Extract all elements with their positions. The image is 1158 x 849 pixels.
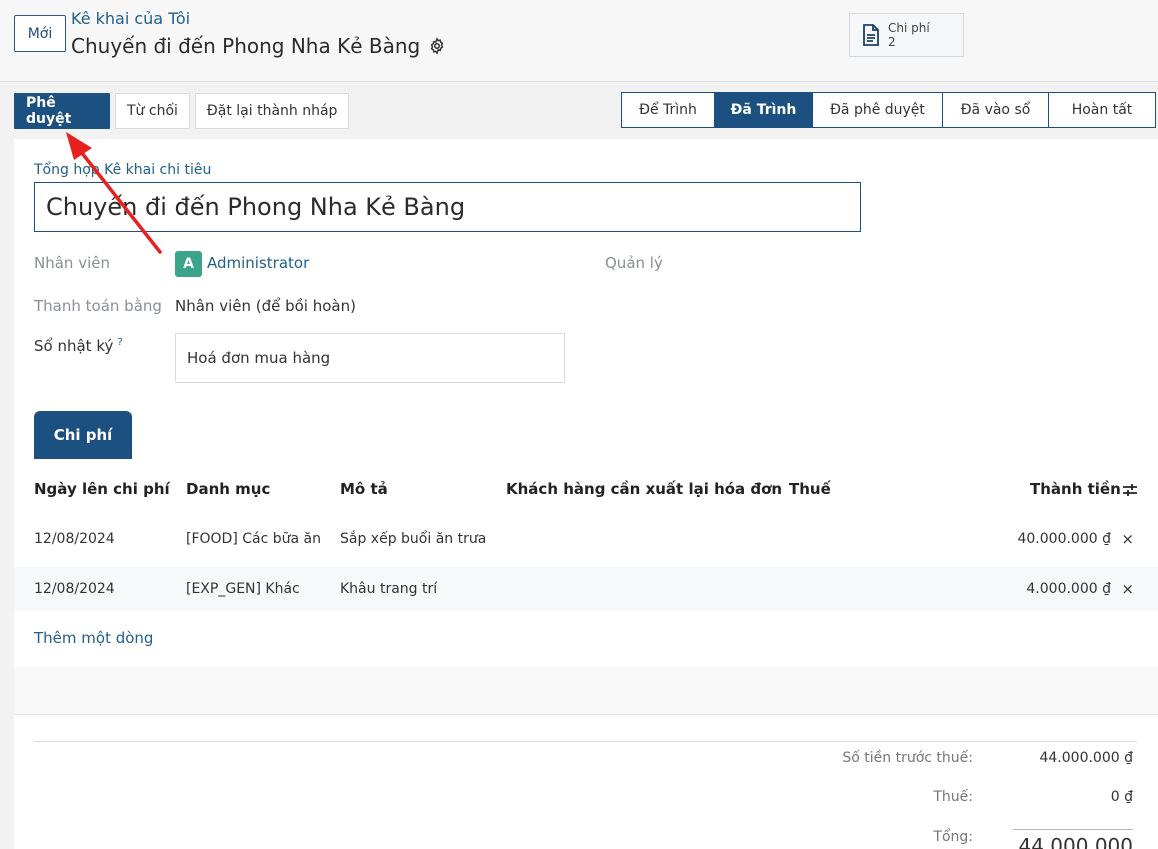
action-buttons: Phê duyệt Từ chối Đặt lại thành nháp: [14, 93, 350, 129]
employee-label: Nhân viên: [34, 254, 110, 272]
delete-row-icon[interactable]: ×: [1121, 530, 1134, 548]
record-title-text: Chuyến đi đến Phong Nha Kẻ Bàng: [71, 34, 421, 58]
help-tooltip-icon[interactable]: ?: [117, 337, 122, 348]
cell-description: Sắp xếp buổi ăn trưa: [340, 531, 487, 547]
table-row[interactable]: 12/08/2024 [EXP_GEN] Khác Khâu trang trí…: [14, 567, 1158, 611]
column-settings-icon[interactable]: [1122, 482, 1138, 498]
stage-posted[interactable]: Đã vào sổ: [942, 92, 1049, 128]
breadcrumb-link[interactable]: Kê khai của Tôi: [71, 9, 190, 28]
approve-button[interactable]: Phê duyệt: [14, 93, 110, 129]
col-header-date[interactable]: Ngày lên chi phí: [34, 480, 170, 498]
gear-icon[interactable]: [428, 37, 446, 55]
col-header-customer[interactable]: Khách hàng cần xuất lại hóa đơn: [506, 480, 782, 498]
col-header-description[interactable]: Mô tả: [340, 480, 388, 498]
cell-category: [FOOD] Các bữa ăn: [186, 531, 321, 547]
journal-label-wrap: Sổ nhật ký?: [34, 337, 123, 355]
table-row[interactable]: 12/08/2024 [FOOD] Các bữa ăn Sắp xếp buổ…: [14, 517, 1158, 561]
journal-input[interactable]: Hoá đơn mua hàng: [175, 333, 565, 383]
add-line-link[interactable]: Thêm một dòng: [34, 629, 153, 647]
summary-label: Tổng hợp Kê khai chi tiêu: [34, 162, 212, 178]
new-button[interactable]: Mới: [14, 15, 66, 52]
cell-amount: 40.000.000 ₫: [1017, 531, 1111, 547]
avatar: A: [175, 251, 202, 277]
divider: [34, 741, 1137, 742]
col-header-tax[interactable]: Thuế: [789, 480, 831, 498]
payment-value[interactable]: Nhân viên (để bồi hoàn): [175, 297, 356, 315]
expenses-smart-button[interactable]: Chi phí 2: [849, 13, 964, 57]
cell-description: Khâu trang trí: [340, 581, 438, 597]
total-value: 44.000.000 ₫: [1013, 829, 1133, 849]
untaxed-label: Số tiền trước thuế:: [842, 750, 973, 766]
cell-date: 12/08/2024: [34, 581, 115, 597]
stage-approved[interactable]: Đã phê duyệt: [812, 92, 943, 128]
form-sheet: Tổng hợp Kê khai chi tiêu Chuyến đi đến …: [14, 139, 1158, 849]
smart-button-count: 2: [888, 35, 896, 49]
control-panel: Mới Kê khai của Tôi Chuyến đi đến Phong …: [0, 0, 1158, 82]
payment-label: Thanh toán bằng: [34, 297, 162, 315]
tax-label: Thuế:: [933, 789, 973, 805]
smart-button-label: Chi phí: [888, 21, 930, 35]
cell-category: [EXP_GEN] Khác: [186, 581, 300, 597]
journal-label: Sổ nhật ký: [34, 337, 114, 355]
table-footer: [14, 667, 1158, 715]
stage-done[interactable]: Hoàn tất: [1048, 92, 1156, 128]
employee-link[interactable]: Administrator: [207, 254, 309, 272]
record-title: Chuyến đi đến Phong Nha Kẻ Bàng: [71, 34, 446, 58]
refuse-button[interactable]: Từ chối: [115, 93, 190, 129]
summary-input[interactable]: Chuyến đi đến Phong Nha Kẻ Bàng: [34, 182, 861, 232]
manager-label: Quản lý: [605, 254, 663, 272]
document-icon: [863, 24, 879, 46]
delete-row-icon[interactable]: ×: [1121, 580, 1134, 598]
stage-to-submit[interactable]: Để Trình: [621, 92, 715, 128]
col-header-amount[interactable]: Thành tiền: [1030, 480, 1121, 498]
cell-amount: 4.000.000 ₫: [1026, 581, 1111, 597]
col-header-category[interactable]: Danh mục: [186, 480, 270, 498]
tab-expenses[interactable]: Chi phí: [34, 411, 132, 459]
reset-to-draft-button[interactable]: Đặt lại thành nháp: [194, 93, 350, 129]
stage-submitted[interactable]: Đã Trình: [714, 92, 813, 128]
tax-value: 0 ₫: [1110, 789, 1133, 805]
cell-date: 12/08/2024: [34, 531, 115, 547]
untaxed-value: 44.000.000 ₫: [1039, 750, 1133, 766]
total-label: Tổng:: [933, 829, 973, 845]
status-bar: Để Trình Đã Trình Đã phê duyệt Đã vào sổ…: [621, 92, 1156, 128]
